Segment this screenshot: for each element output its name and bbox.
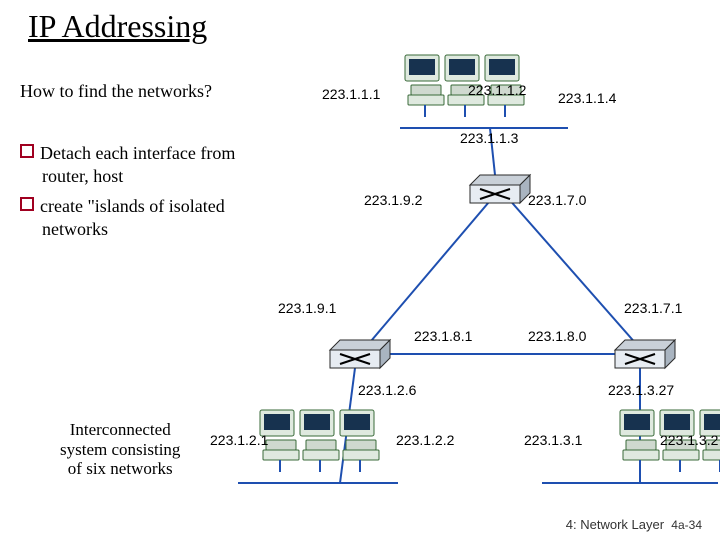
bullet-item: Detach each interface from router, host: [20, 142, 280, 187]
ip-label: 223.1.9.1: [278, 300, 336, 316]
router-top: [470, 175, 530, 203]
footer: 4: Network Layer 4a-34: [566, 517, 702, 532]
ip-label: 223.1.8.1: [414, 328, 472, 344]
bullet-text: create "islands of isolated networks: [40, 196, 225, 239]
lead-text: How to find the networks?: [20, 80, 280, 103]
ip-label: 223.1.3.2: [660, 432, 718, 448]
sub-caption-line: Interconnected: [60, 420, 180, 440]
ip-label: 223.1.2.6: [358, 382, 416, 398]
bullet-list: Detach each interface from router, host …: [20, 140, 280, 248]
ip-label: 223.1.1.2: [468, 82, 526, 98]
router-right: [615, 340, 675, 368]
footer-chapter: 4: Network Layer: [566, 517, 664, 532]
bullet-item: create "islands of isolated networks: [20, 195, 280, 240]
sub-caption-line: system consisting: [60, 440, 180, 460]
ip-label: 223.1.1.4: [558, 90, 616, 106]
ip-label: 223.1.8.0: [528, 328, 586, 344]
ip-label: 223.1.3.1: [524, 432, 582, 448]
page-title: IP Addressing: [28, 8, 207, 45]
ip-label: 223.1.7.0: [528, 192, 586, 208]
ip-label: 223.1.9.2: [364, 192, 422, 208]
bullet-marker: [20, 144, 34, 158]
sub-caption: Interconnected system consisting of six …: [60, 420, 180, 479]
ip-label: 223.1.2.2: [396, 432, 454, 448]
router-left: [330, 340, 390, 368]
sub-caption-line: of six networks: [60, 459, 180, 479]
footer-page: 4a-34: [671, 518, 702, 532]
ip-label: 223.1.1.1: [322, 86, 380, 102]
bullet-text: Detach each interface from router, host: [40, 143, 235, 186]
pc-cluster-left: [260, 410, 379, 472]
ip-label: 223.1.1.3: [460, 130, 518, 146]
bullet-marker: [20, 197, 34, 211]
ip-label: 223.1.3.27: [608, 382, 674, 398]
ip-label: 223.1.2.1: [210, 432, 268, 448]
ip-label: 223.1.7.1: [624, 300, 682, 316]
